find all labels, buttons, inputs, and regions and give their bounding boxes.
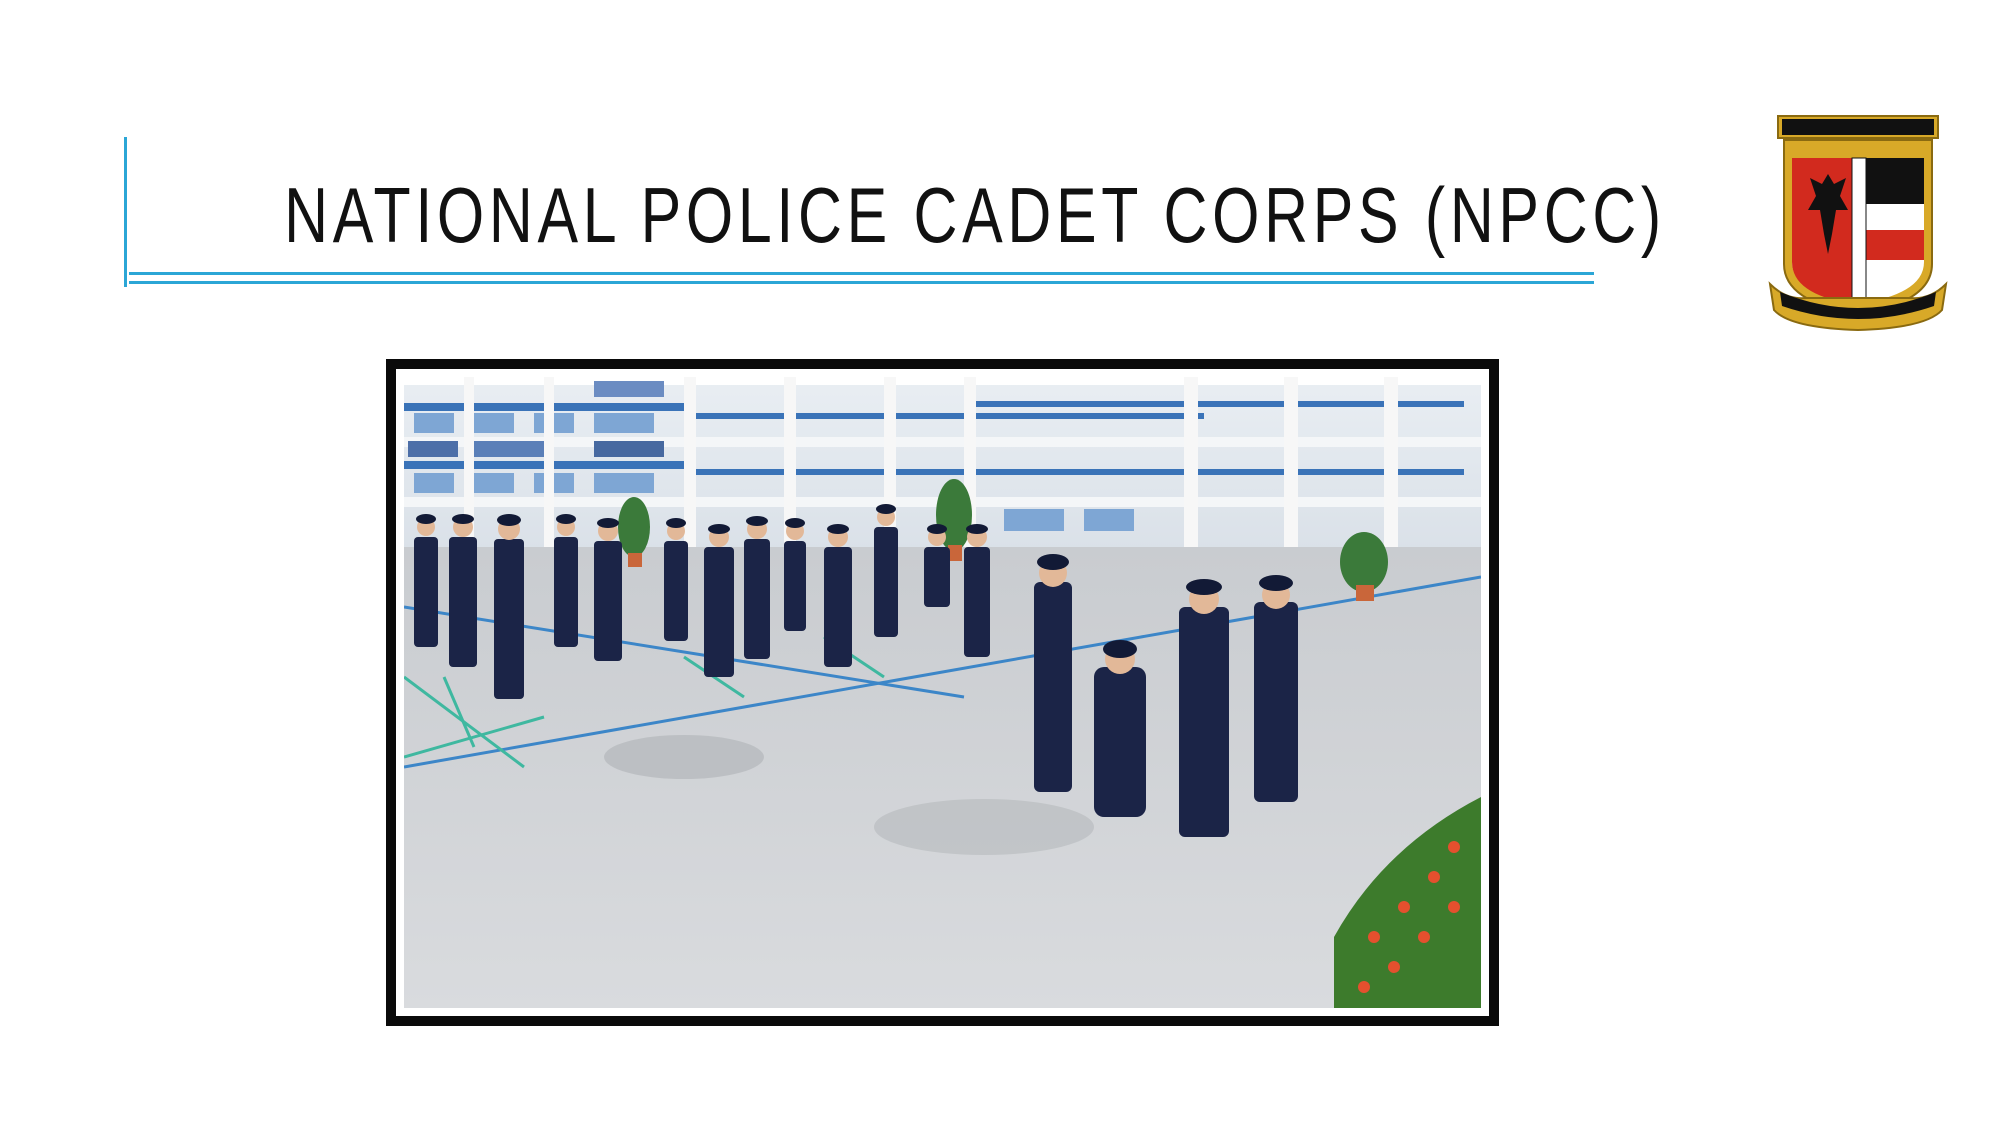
cadets-parade-photo (404, 377, 1481, 1008)
crest-icon (1768, 115, 1948, 332)
title-underline-top (129, 272, 1594, 275)
page-title: NATIONAL POLICE CADET CORPS (NPCC) (284, 170, 1666, 259)
title-underline-bottom (129, 281, 1594, 284)
photo-matte (396, 369, 1489, 1016)
school-crest-logo (1766, 114, 1950, 332)
slide: NATIONAL POLICE CADET CORPS (NPCC) (0, 0, 2000, 1125)
photo-npcc-cadets-parade (404, 377, 1481, 1008)
photo-frame (386, 359, 1499, 1026)
accent-vertical-line (124, 137, 127, 287)
